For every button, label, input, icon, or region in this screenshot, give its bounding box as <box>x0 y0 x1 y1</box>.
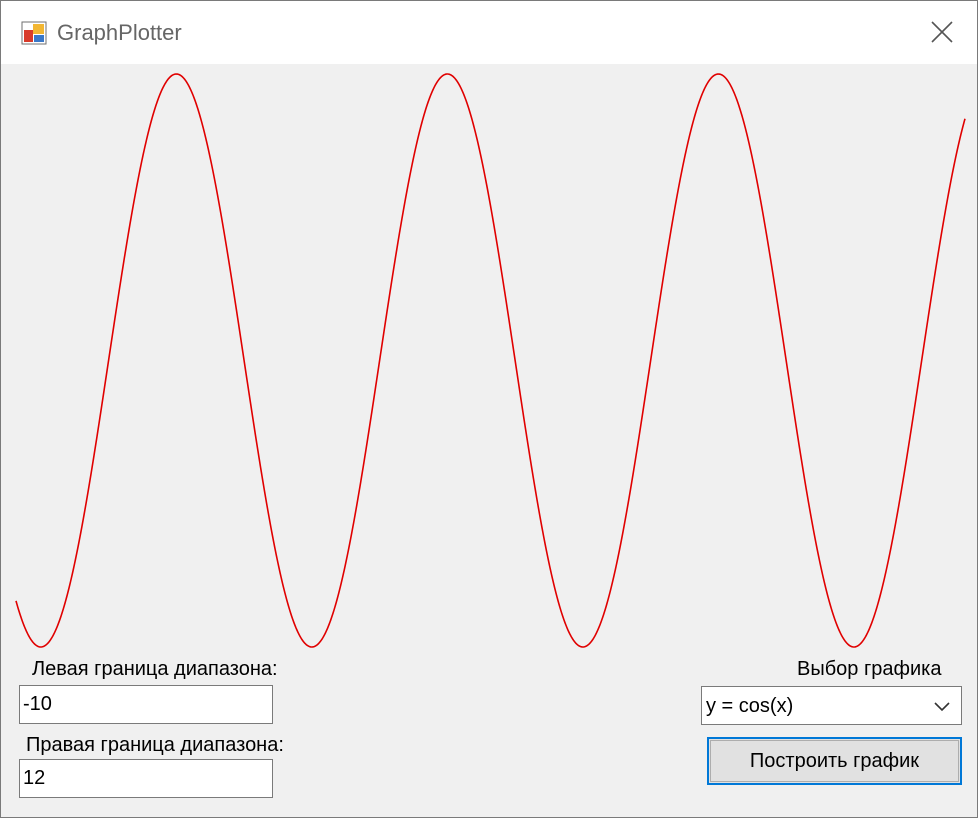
left-bound-label: Левая граница диапазона: <box>32 658 278 680</box>
graph-canvas <box>15 73 966 648</box>
graph-select-dropdown[interactable]: y = cos(x) <box>701 686 962 725</box>
graph-select-label: Выбор графика <box>797 658 942 680</box>
function-curve <box>15 73 966 648</box>
title-bar[interactable]: GraphPlotter <box>1 1 977 64</box>
plot-area <box>2 64 977 664</box>
plot-graph-button-label: Построить график <box>710 740 959 782</box>
right-bound-input[interactable] <box>19 759 273 798</box>
app-window: GraphPlotter Левая граница диапазона: Пр… <box>0 0 978 818</box>
app-icon <box>21 21 47 45</box>
left-bound-input[interactable] <box>19 685 273 724</box>
plot-graph-button[interactable]: Построить график <box>707 737 962 785</box>
close-icon <box>931 21 953 43</box>
chevron-down-icon <box>933 700 951 718</box>
right-bound-label: Правая граница диапазона: <box>26 734 284 756</box>
close-button[interactable] <box>907 1 977 64</box>
graph-select-value: y = cos(x) <box>706 695 794 717</box>
window-title: GraphPlotter <box>57 20 182 45</box>
